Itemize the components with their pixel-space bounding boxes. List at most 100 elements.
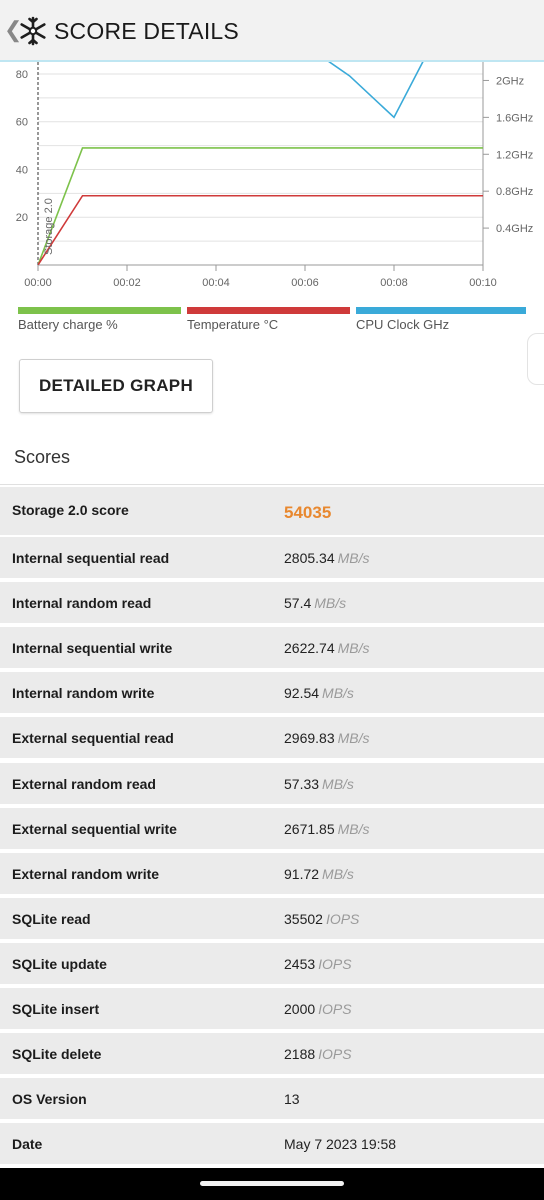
y-left-tick-label: 60 [16, 117, 28, 129]
home-gesture-pill[interactable] [200, 1181, 344, 1186]
score-name: SQLite delete [12, 1046, 102, 1063]
score-value: 35502 IOPS [284, 911, 359, 927]
score-value: 2969.83 MB/s [284, 730, 370, 746]
x-tick-label: 00:06 [291, 277, 319, 289]
score-value: 2622.74 MB/s [284, 640, 370, 656]
score-number: 54035 [284, 503, 332, 522]
score-row: External random read 57.33 MB/s [0, 762, 544, 806]
snowflake-logo-icon [20, 16, 46, 46]
score-value: 91.72 MB/s [284, 866, 354, 882]
x-tick-label: 00:02 [113, 277, 141, 289]
score-name: OS Version [12, 1091, 87, 1108]
score-value: 2671.85 MB/s [284, 821, 370, 837]
score-unit: MB/s [314, 595, 347, 612]
score-unit: IOPS [318, 955, 352, 972]
score-name: Internal random write [12, 685, 155, 702]
score-row: External sequential read 2969.83 MB/s [0, 717, 544, 761]
score-row: SQLite delete 2188 IOPS [0, 1033, 544, 1077]
score-number: 91.72 [284, 865, 320, 882]
y-right-tick-label: 0.4GHz [496, 223, 533, 235]
side-scroll-handle[interactable] [527, 333, 544, 385]
score-row: Internal random read 57.4 MB/s [0, 582, 544, 626]
y-left-tick-label: 20 [16, 212, 28, 224]
score-row: SQLite insert 2000 IOPS [0, 988, 544, 1031]
score-number: 35502 [284, 910, 323, 927]
score-number: 2671.85 [284, 820, 335, 837]
score-value: 92.54 MB/s [284, 685, 354, 701]
score-name: External random write [12, 865, 160, 882]
series-line-2 [328, 62, 424, 119]
x-tick-label: 00:04 [202, 277, 230, 289]
score-number: 13 [284, 1091, 300, 1108]
legend-battery: Battery charge % [18, 307, 181, 337]
score-row: Date May 7 2023 19:58 [0, 1123, 544, 1167]
score-name: Internal sequential read [12, 550, 170, 566]
y-left-tick-label: 80 [16, 69, 28, 81]
score-unit: MB/s [322, 775, 354, 792]
performance-chart: 20 40 60 80 0.4GHz 0.8GHz 1.2GHz 1.6GHz 2GHz 00:0… [16, 62, 534, 289]
legend-cpu: CPU Clock GHz [356, 307, 526, 337]
score-name: Storage 2.0 score [12, 502, 129, 518]
x-tick-label: 00:08 [380, 277, 408, 289]
x-tick-label: 00:10 [469, 277, 497, 289]
legend-battery-swatch [18, 307, 181, 314]
score-name: External random read [12, 775, 156, 792]
score-row: SQLite update 2453 IOPS [0, 942, 544, 986]
start-marker-label: Storage 2.0 [43, 198, 55, 255]
score-unit: MB/s [337, 550, 370, 566]
legend-temperature: Temperature °C [187, 307, 350, 337]
legend-battery-label: Battery charge % [18, 317, 118, 332]
score-row: SQLite read 35502 IOPS [0, 897, 544, 941]
y-right-tick-label: 2GHz [496, 75, 524, 87]
score-value: 13 [284, 1091, 300, 1107]
scores-divider [0, 484, 544, 485]
score-number: 2622.74 [284, 640, 335, 657]
chart-series [38, 62, 483, 265]
score-row: OS Version 13 [0, 1078, 544, 1122]
score-number: 92.54 [284, 685, 320, 702]
score-name: Internal sequential write [12, 640, 173, 657]
score-name: SQLite read [12, 910, 91, 927]
legend-cpu-label: CPU Clock GHz [356, 317, 450, 332]
score-row: Internal random write 92.54 MB/s [0, 672, 544, 716]
score-value: 57.4 MB/s [284, 595, 346, 611]
score-value: May 7 2023 19:58 [284, 1136, 396, 1152]
score-unit: IOPS [325, 910, 360, 927]
series-line-0 [38, 147, 483, 265]
score-value: 2000 IOPS [284, 1001, 352, 1017]
score-unit: MB/s [322, 685, 354, 702]
legend-temperature-label: Temperature °C [187, 317, 279, 332]
series-line-1 [38, 194, 483, 265]
chart-grid [37, 62, 484, 266]
score-number: 2805.34 [284, 550, 335, 566]
score-value: 54035 [284, 503, 331, 523]
y-right-tick-label: 1.2GHz [496, 149, 533, 161]
page-title: SCORE DETAILS [54, 18, 239, 44]
score-number: 57.4 [284, 595, 312, 612]
app-header: ❮ SCORE DETAILS [0, 0, 544, 62]
x-tick-label: 00:00 [24, 277, 52, 289]
score-value: 2188 IOPS [284, 1046, 352, 1062]
score-value: 2453 IOPS [284, 956, 352, 972]
score-row: Internal sequential write 2622.74 MB/s [0, 627, 544, 671]
score-name: Date [12, 1136, 43, 1153]
legend-temperature-swatch [187, 307, 350, 314]
score-number: 2000 [284, 1001, 316, 1017]
detailed-graph-button[interactable]: DETAILED GRAPH [19, 359, 213, 413]
score-unit: MB/s [337, 730, 370, 747]
score-name: SQLite update [12, 955, 107, 972]
score-value: 2805.34 MB/s [284, 550, 370, 566]
score-name: Internal random read [12, 595, 152, 612]
score-unit: MB/s [322, 865, 354, 882]
score-row: Storage 2.0 score 54035 [0, 487, 544, 537]
score-unit: MB/s [337, 820, 370, 837]
score-number: 2969.83 [284, 730, 335, 747]
score-name: External sequential write [12, 820, 177, 837]
y-right-tick-label: 1.6GHz [496, 112, 533, 124]
score-number: 2188 [284, 1046, 316, 1063]
score-number: 2453 [284, 955, 316, 972]
system-nav-bar [0, 1168, 544, 1200]
score-unit: MB/s [337, 640, 370, 657]
chart-ticks: 20 40 60 80 0.4GHz 0.8GHz 1.2GHz 1.6GHz 2GHz 00:0… [16, 69, 534, 289]
score-row: External sequential write 2671.85 MB/s [0, 807, 544, 851]
